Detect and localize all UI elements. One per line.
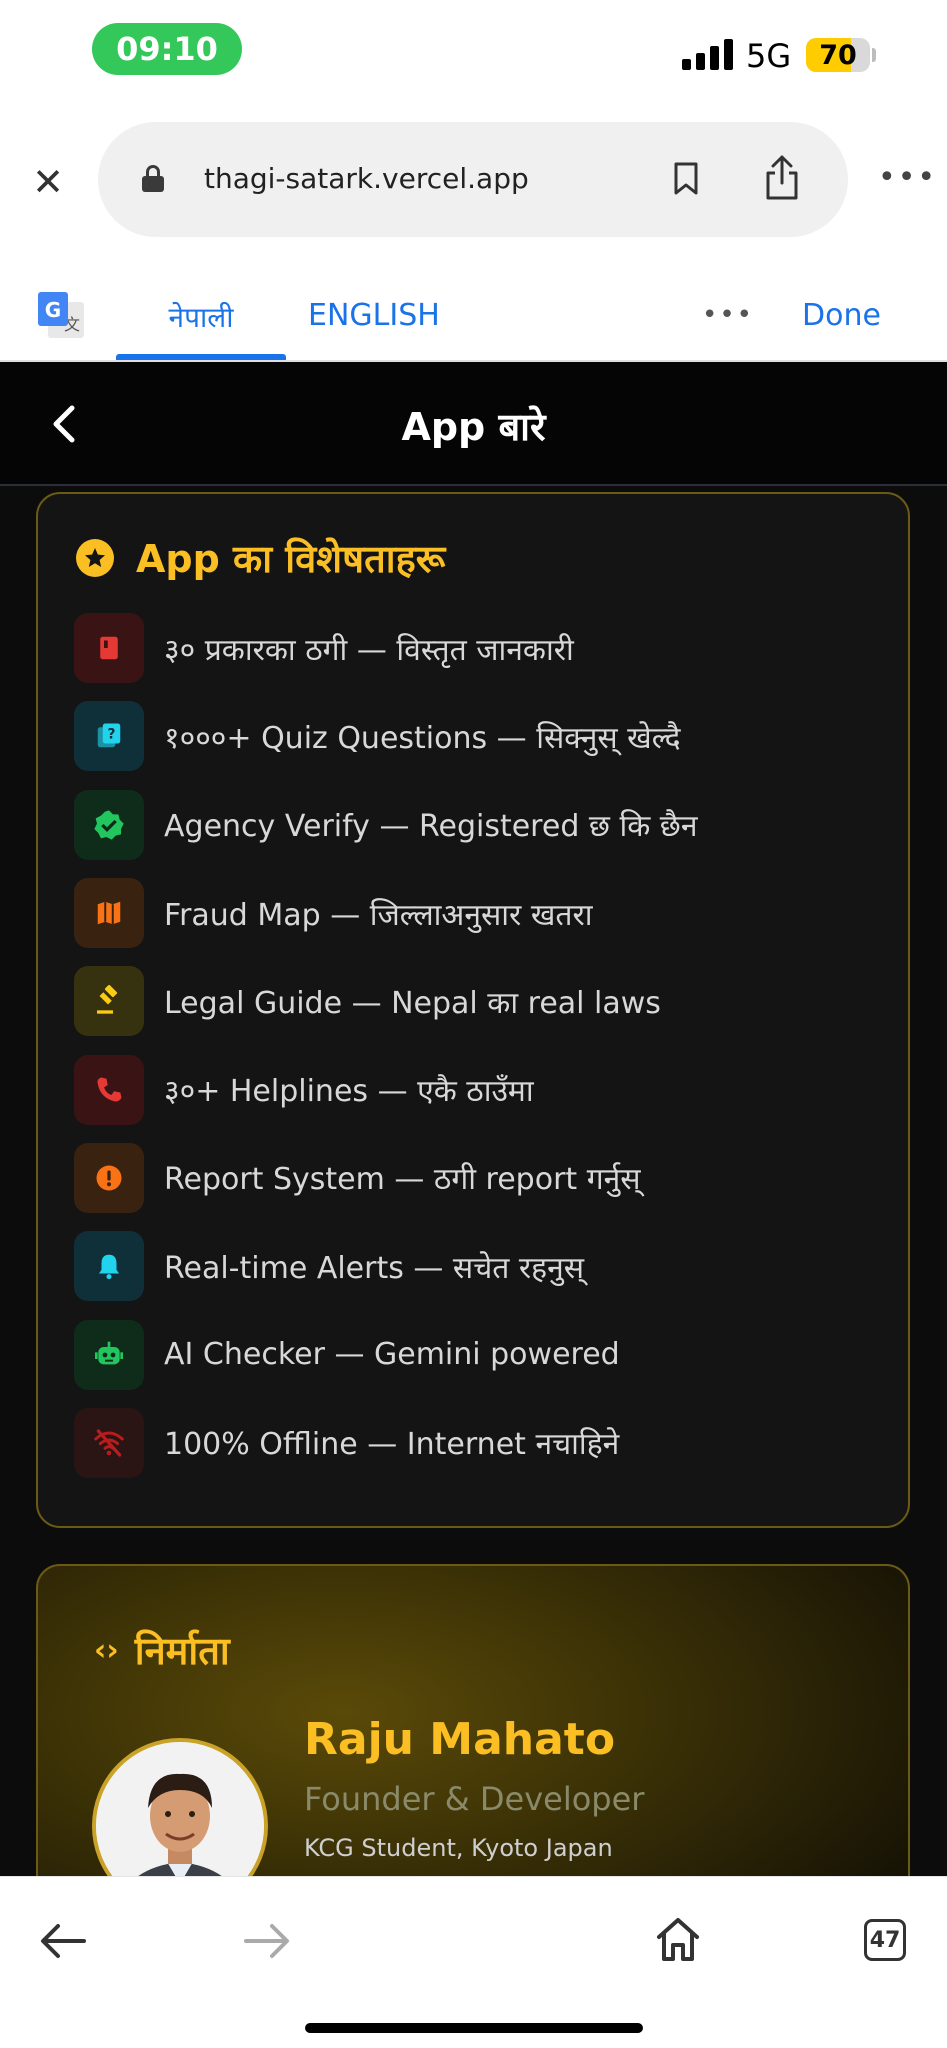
feature-text: Real-time Alerts — सचेत रहनुस् <box>164 1250 585 1286</box>
feature-item: Legal Guide — Nepal का real laws <box>74 957 894 1045</box>
developer-title: निर्माता <box>134 1629 230 1673</box>
feature-text: Legal Guide — Nepal का real laws <box>164 985 661 1021</box>
feature-text: 100% Offline — Internet नचाहिने <box>164 1427 620 1463</box>
verified-icon <box>74 789 144 860</box>
close-icon[interactable]: ✕ <box>28 162 68 202</box>
browser-toolbar: 47 <box>0 1876 947 2048</box>
feature-item: ३०+ Helplines — एकै ठाउँमा <box>74 1045 894 1133</box>
robot-icon <box>74 1319 144 1390</box>
browser-address-row: ✕ thagi-satark.vercel.app ••• <box>0 110 947 250</box>
features-title: App का विशेषताहरू <box>136 537 446 581</box>
network-type: 5G <box>746 37 792 75</box>
active-tab-indicator <box>116 354 286 360</box>
share-icon[interactable] <box>764 155 800 201</box>
page-title: App बारे <box>401 405 546 449</box>
developer-school: KCG Student, Kyoto Japan <box>304 1834 613 1862</box>
feature-item: AI Checker — Gemini powered <box>74 1310 894 1398</box>
star-icon <box>76 539 114 577</box>
done-button[interactable]: Done <box>802 298 881 333</box>
svg-text:?: ? <box>108 727 116 743</box>
feature-item: Report System — ठगी report गर्नुस् <box>74 1134 894 1222</box>
avatar <box>92 1738 268 1876</box>
feature-item: ३० प्रकारका ठगी — विस्तृत जानकारी <box>74 604 894 692</box>
feature-text: १०००+ Quiz Questions — सिक्नुस् खेल्दै <box>164 720 681 756</box>
code-icon: ‹› <box>94 1632 119 1668</box>
home-indicator <box>305 2023 643 2033</box>
translate-bar: 文 G नेपाली ENGLISH ••• Done <box>0 250 947 362</box>
features-list: ३० प्रकारका ठगी — विस्तृत जानकारी? १०००+ … <box>74 604 894 1487</box>
feature-text: ३० प्रकारका ठगी — विस्तृत जानकारी <box>164 632 574 668</box>
developer-name: Raju Mahato <box>304 1714 616 1765</box>
feature-item: ? १०००+ Quiz Questions — सिक्नुस् खेल्दै <box>74 692 894 780</box>
nav-back-icon[interactable] <box>38 1921 88 1961</box>
tab-english[interactable]: ENGLISH <box>308 298 440 333</box>
feature-text: Report System — ठगी report गर्नुस् <box>164 1162 641 1198</box>
feature-text: Agency Verify — Registered छ कि छैन <box>164 809 698 845</box>
features-heading: App का विशेषताहरू <box>76 532 445 584</box>
home-icon[interactable] <box>654 1915 702 1963</box>
lock-icon <box>142 165 164 192</box>
battery-level: 70 <box>819 39 857 71</box>
quiz-icon: ? <box>74 701 144 772</box>
gavel-icon <box>74 966 144 1037</box>
developer-heading: ‹› निर्माता <box>94 1624 230 1676</box>
feature-item: Real-time Alerts — सचेत रहनुस् <box>74 1222 894 1310</box>
feature-text: AI Checker — Gemini powered <box>164 1337 620 1373</box>
address-bar[interactable]: thagi-satark.vercel.app <box>98 122 848 237</box>
developer-role: Founder & Developer <box>304 1780 645 1818</box>
battery-tip <box>872 48 876 62</box>
alert-circle-icon <box>74 1142 144 1213</box>
bell-icon <box>74 1231 144 1302</box>
feature-item: 100% Offline — Internet नचाहिने <box>74 1399 894 1487</box>
developer-card: ‹› निर्माता Raju Mahato Founder & Develo… <box>36 1564 910 1876</box>
feature-item: Fraud Map — जिल्लाअनुसार खतरा <box>74 869 894 957</box>
map-icon <box>74 878 144 949</box>
status-bar: 09:10 5G 70 <box>0 0 947 110</box>
feature-item: Agency Verify — Registered छ कि छैन <box>74 781 894 869</box>
tabs-button[interactable]: 47 <box>864 1919 906 1961</box>
svg-text:G: G <box>45 298 61 322</box>
book-icon <box>74 613 144 684</box>
google-translate-icon: 文 G <box>38 292 84 338</box>
nav-forward-icon[interactable] <box>242 1921 292 1961</box>
bookmark-icon[interactable] <box>673 162 699 196</box>
translate-more-icon[interactable]: ••• <box>702 300 754 330</box>
feature-text: ३०+ Helplines — एकै ठाउँमा <box>164 1074 534 1110</box>
cellular-signal-icon <box>682 38 733 70</box>
app-header: App बारे <box>0 362 947 486</box>
url-text[interactable]: thagi-satark.vercel.app <box>204 162 529 195</box>
more-dots-icon[interactable]: ••• <box>878 163 937 193</box>
app-page: App बारे App का विशेषताहरू ३० प्रकारका ठ… <box>0 362 947 1876</box>
features-card: App का विशेषताहरू ३० प्रकारका ठगी — विस्… <box>36 492 910 1528</box>
status-time: 09:10 <box>92 23 242 75</box>
phone-icon <box>74 1054 144 1125</box>
feature-text: Fraud Map — जिल्लाअनुसार खतरा <box>164 897 593 933</box>
battery-icon: 70 <box>806 38 870 72</box>
tab-nepali[interactable]: नेपाली <box>116 298 286 336</box>
wifi-off-icon <box>74 1407 144 1478</box>
